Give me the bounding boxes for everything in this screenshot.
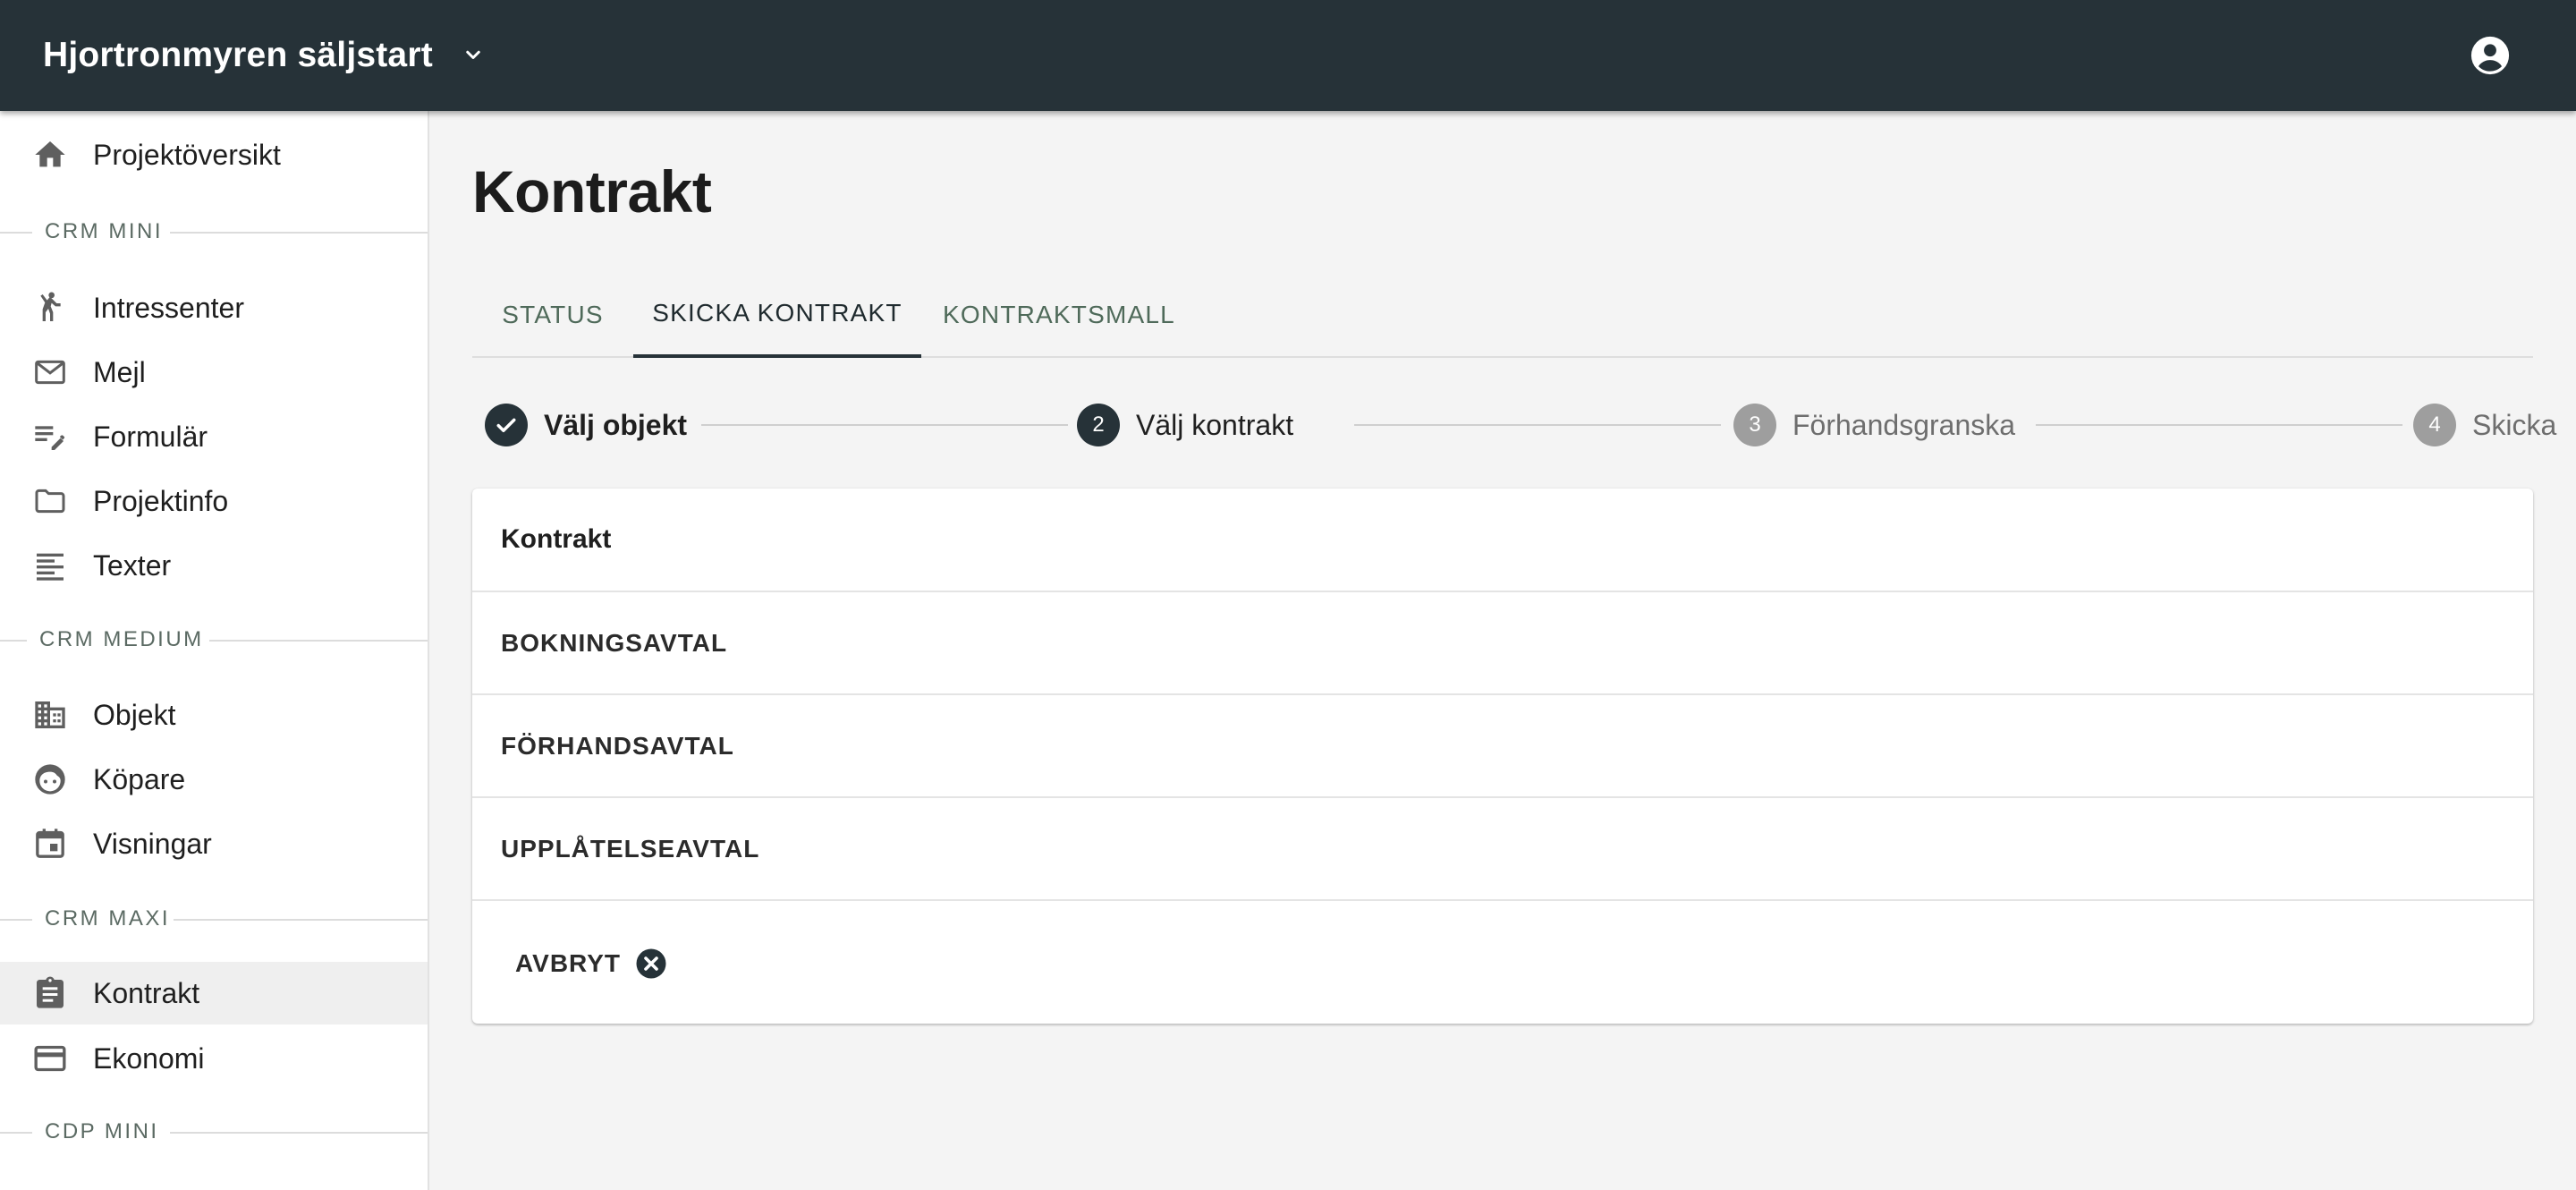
clipboard-icon bbox=[30, 973, 70, 1013]
section-header-crm-mini: CRM MINI bbox=[0, 218, 428, 245]
mail-icon bbox=[30, 353, 70, 392]
sidebar-item-label: Intressenter bbox=[93, 291, 244, 324]
stepper: Välj objekt 2 Välj kontrakt 3 Förhandsgr… bbox=[472, 397, 2556, 453]
section-title: CDP MINI bbox=[32, 1119, 172, 1144]
top-app-bar: Hjortronmyren säljstart bbox=[0, 0, 2576, 111]
home-icon bbox=[30, 135, 70, 174]
page-title: Kontrakt bbox=[472, 158, 712, 225]
step-connector bbox=[2036, 424, 2402, 426]
sidebar-item-projektoversikt[interactable]: Projektöversikt bbox=[0, 123, 428, 186]
sidebar-item-label: Texter bbox=[93, 548, 172, 582]
section-header-crm-medium: CRM MEDIUM bbox=[0, 626, 428, 653]
person-waving-icon bbox=[30, 288, 70, 327]
tab-kontraktsmall[interactable]: KONTRAKTSMALL bbox=[921, 272, 1197, 358]
step-skicka[interactable]: 4 Skicka bbox=[2413, 397, 2556, 453]
sidebar-item-intressenter[interactable]: Intressenter bbox=[0, 276, 428, 339]
step-forhandsgranska[interactable]: 3 Förhandsgranska bbox=[1733, 397, 2015, 453]
tab-skicka-kontrakt[interactable]: SKICKA KONTRAKT bbox=[633, 272, 921, 358]
sidebar-item-label: Projektöversikt bbox=[93, 138, 281, 171]
sidebar-item-label: Köpare bbox=[93, 762, 186, 795]
contract-option-upplatelseavtal[interactable]: UPPLÅTELSEAVTAL bbox=[472, 798, 2533, 901]
cancel-button-label: AVBRYT bbox=[515, 949, 621, 977]
sidebar-item-kontrakt[interactable]: Kontrakt bbox=[0, 962, 428, 1024]
sidebar-item-ekonomi[interactable]: Ekonomi bbox=[0, 1027, 428, 1090]
section-header-crm-maxi: CRM MAXI bbox=[0, 905, 428, 932]
credit-card-icon bbox=[30, 1039, 70, 1078]
contract-selection-card: Kontrakt BOKNINGSAVTAL FÖRHANDSAVTAL UPP… bbox=[472, 489, 2533, 1024]
sidebar-item-objekt[interactable]: Objekt bbox=[0, 684, 428, 746]
sidebar-item-label: Projektinfo bbox=[93, 484, 229, 517]
step-label: Skicka bbox=[2472, 408, 2557, 441]
step-number: 3 bbox=[1733, 404, 1776, 446]
step-valj-objekt[interactable]: Välj objekt bbox=[485, 397, 687, 453]
project-title[interactable]: Hjortronmyren säljstart bbox=[43, 36, 433, 75]
cancel-button[interactable]: AVBRYT bbox=[499, 934, 683, 993]
section-title: CRM MEDIUM bbox=[27, 627, 216, 652]
sidebar-item-mejl[interactable]: Mejl bbox=[0, 341, 428, 404]
sidebar-item-label: Visningar bbox=[93, 827, 212, 860]
face-icon bbox=[30, 760, 70, 799]
sidebar-item-visningar[interactable]: Visningar bbox=[0, 812, 428, 875]
step-valj-kontrakt[interactable]: 2 Välj kontrakt bbox=[1077, 397, 1293, 453]
step-label: Välj kontrakt bbox=[1136, 408, 1294, 441]
contract-option-bokningsavtal[interactable]: BOKNINGSAVTAL bbox=[472, 592, 2533, 695]
form-edit-icon bbox=[30, 417, 70, 456]
cancel-circle-icon bbox=[635, 948, 667, 980]
folder-icon bbox=[30, 481, 70, 521]
sidebar: Projektöversikt CRM MINI Intressenter Me… bbox=[0, 111, 429, 1190]
tab-status[interactable]: STATUS bbox=[472, 272, 633, 358]
check-icon bbox=[485, 404, 528, 446]
card-header: Kontrakt bbox=[472, 489, 2533, 592]
sidebar-item-projektinfo[interactable]: Projektinfo bbox=[0, 470, 428, 532]
tab-bar: STATUS SKICKA KONTRAKT KONTRAKTSMALL bbox=[472, 272, 2533, 358]
step-number: 2 bbox=[1077, 404, 1120, 446]
sidebar-item-texter[interactable]: Texter bbox=[0, 534, 428, 597]
step-label: Välj objekt bbox=[544, 408, 688, 441]
sidebar-item-label: Ekonomi bbox=[93, 1041, 205, 1075]
section-header-cdp-mini: CDP MINI bbox=[0, 1118, 428, 1145]
contract-option-forhandsavtal[interactable]: FÖRHANDSAVTAL bbox=[472, 695, 2533, 798]
calendar-icon bbox=[30, 824, 70, 863]
sidebar-item-kopare[interactable]: Köpare bbox=[0, 748, 428, 811]
sidebar-item-label: Formulär bbox=[93, 420, 208, 453]
text-lines-icon bbox=[30, 546, 70, 585]
section-title: CRM MAXI bbox=[32, 906, 182, 931]
building-icon bbox=[30, 695, 70, 735]
step-connector bbox=[701, 424, 1068, 426]
sidebar-item-formular[interactable]: Formulär bbox=[0, 405, 428, 468]
sidebar-item-label: Objekt bbox=[93, 698, 176, 731]
main-content: Kontrakt STATUS SKICKA KONTRAKT KONTRAKT… bbox=[429, 111, 2576, 1190]
project-switcher-chevron-down-icon[interactable] bbox=[460, 42, 487, 69]
account-circle-icon[interactable] bbox=[2469, 34, 2512, 77]
step-label: Förhandsgranska bbox=[1792, 408, 2016, 441]
step-connector bbox=[1354, 424, 1721, 426]
step-number: 4 bbox=[2413, 404, 2456, 446]
section-title: CRM MINI bbox=[32, 219, 175, 244]
sidebar-item-label: Mejl bbox=[93, 355, 146, 388]
sidebar-item-label: Kontrakt bbox=[93, 976, 200, 1009]
